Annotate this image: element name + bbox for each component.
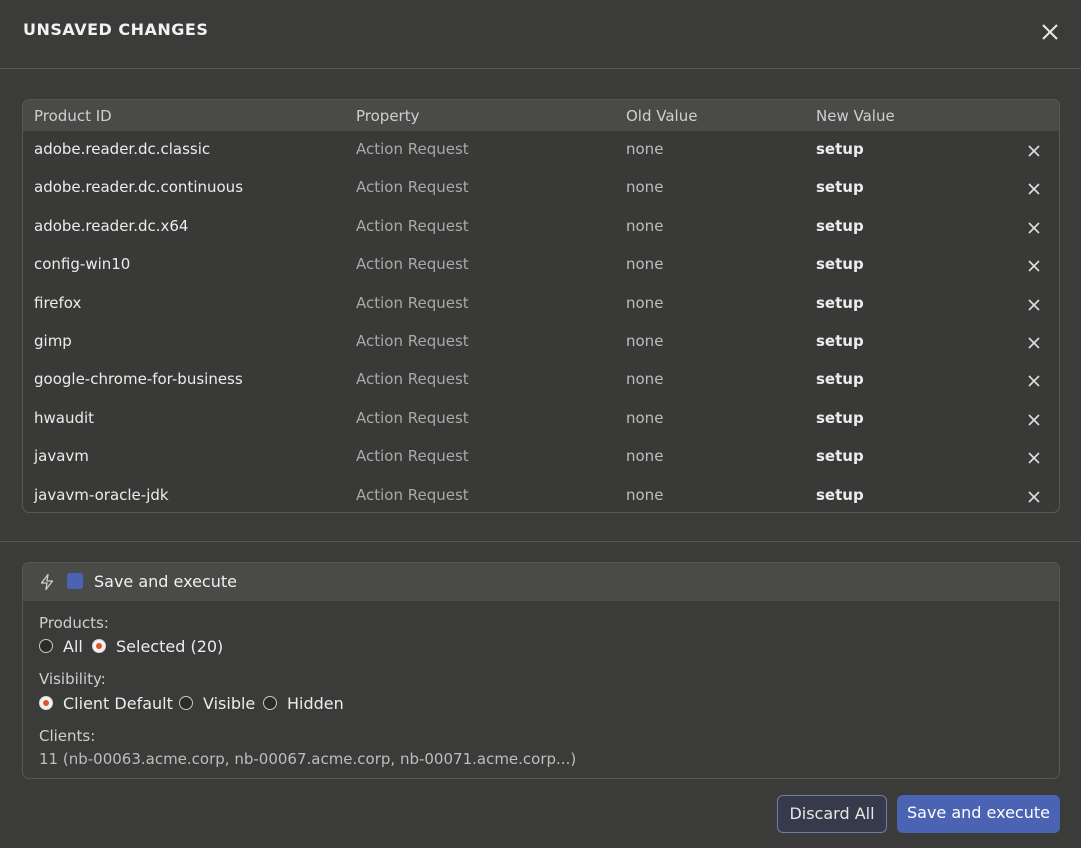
product-id-cell: hwaudit bbox=[34, 408, 95, 427]
discard-all-button[interactable]: Discard All bbox=[777, 795, 887, 833]
product-id-cell: gimp bbox=[34, 331, 72, 350]
section-divider bbox=[0, 541, 1081, 542]
save-and-execute-panel: Save and execute Products: All Selected … bbox=[22, 562, 1060, 779]
new-value-cell: setup bbox=[816, 447, 864, 466]
visibility-label: Visibility: bbox=[39, 670, 106, 688]
old-value-cell: none bbox=[626, 140, 664, 158]
table-row: adobe.reader.dc.classic Action Request n… bbox=[23, 131, 1059, 169]
clients-value: 11 (nb-00063.acme.corp, nb-00067.acme.co… bbox=[39, 750, 577, 768]
dialog-title: UNSAVED CHANGES bbox=[23, 20, 209, 39]
save-and-execute-button[interactable]: Save and execute bbox=[897, 795, 1060, 833]
header-new-value[interactable]: New Value bbox=[816, 107, 895, 125]
table-row: firefox Action Request none setup bbox=[23, 285, 1059, 323]
product-id-cell: javavm bbox=[34, 447, 89, 466]
new-value-cell: setup bbox=[816, 408, 864, 427]
product-id-cell: config-win10 bbox=[34, 255, 131, 274]
table-header: Product ID Property Old Value New Value bbox=[23, 100, 1059, 131]
products-selected-radio[interactable] bbox=[92, 639, 106, 653]
new-value-cell: setup bbox=[816, 255, 864, 274]
changes-table: Product ID Property Old Value New Value … bbox=[22, 99, 1060, 513]
new-value-cell: setup bbox=[816, 140, 864, 158]
remove-change-icon[interactable] bbox=[1025, 219, 1043, 237]
dialog-header: UNSAVED CHANGES bbox=[0, 0, 1081, 69]
old-value-cell: none bbox=[626, 485, 664, 504]
products-label: Products: bbox=[39, 614, 109, 632]
table-body: adobe.reader.dc.classic Action Request n… bbox=[23, 131, 1059, 512]
header-property[interactable]: Property bbox=[356, 107, 419, 125]
old-value-cell: none bbox=[626, 216, 664, 235]
products-selected-label: Selected (20) bbox=[116, 637, 224, 656]
remove-change-icon[interactable] bbox=[1025, 372, 1043, 390]
new-value-cell: setup bbox=[816, 178, 864, 197]
table-row: adobe.reader.dc.continuous Action Reques… bbox=[23, 169, 1059, 207]
new-value-cell: setup bbox=[816, 216, 864, 235]
remove-change-icon[interactable] bbox=[1025, 449, 1043, 467]
old-value-cell: none bbox=[626, 370, 664, 389]
property-cell: Action Request bbox=[356, 216, 469, 235]
visibility-hidden-label: Hidden bbox=[287, 694, 344, 713]
visibility-visible-radio[interactable] bbox=[179, 696, 193, 710]
visibility-client-default-radio[interactable] bbox=[39, 696, 53, 710]
products-all-radio[interactable] bbox=[39, 639, 53, 653]
product-id-cell: adobe.reader.dc.x64 bbox=[34, 216, 189, 235]
table-row: adobe.reader.dc.x64 Action Request none … bbox=[23, 208, 1059, 246]
property-cell: Action Request bbox=[356, 485, 469, 504]
property-cell: Action Request bbox=[356, 140, 469, 158]
old-value-cell: none bbox=[626, 447, 664, 466]
property-cell: Action Request bbox=[356, 178, 469, 197]
product-id-cell: adobe.reader.dc.continuous bbox=[34, 178, 244, 197]
remove-change-icon[interactable] bbox=[1025, 257, 1043, 275]
old-value-cell: none bbox=[626, 293, 664, 312]
close-icon[interactable] bbox=[1037, 19, 1063, 45]
old-value-cell: none bbox=[626, 408, 664, 427]
products-radio-group: All Selected (20) bbox=[39, 637, 639, 657]
old-value-cell: none bbox=[626, 178, 664, 197]
save-and-execute-label: Save and execute bbox=[94, 572, 237, 591]
product-id-cell: google-chrome-for-business bbox=[34, 370, 243, 389]
property-cell: Action Request bbox=[356, 447, 469, 466]
table-row: javavm Action Request none setup bbox=[23, 438, 1059, 476]
table-row: javavm-oracle-jdk Action Request none se… bbox=[23, 477, 1059, 512]
remove-change-icon[interactable] bbox=[1025, 411, 1043, 429]
old-value-cell: none bbox=[626, 255, 664, 274]
property-cell: Action Request bbox=[356, 255, 469, 274]
table-row: google-chrome-for-business Action Reques… bbox=[23, 361, 1059, 399]
table-row: hwaudit Action Request none setup bbox=[23, 400, 1059, 438]
new-value-cell: setup bbox=[816, 293, 864, 312]
products-all-label: All bbox=[63, 637, 83, 656]
visibility-visible-label: Visible bbox=[203, 694, 256, 713]
property-cell: Action Request bbox=[356, 293, 469, 312]
product-id-cell: adobe.reader.dc.classic bbox=[34, 140, 211, 158]
remove-change-icon[interactable] bbox=[1025, 334, 1043, 352]
header-old-value[interactable]: Old Value bbox=[626, 107, 697, 125]
unsaved-changes-dialog: UNSAVED CHANGES Product ID Property Old … bbox=[0, 0, 1081, 848]
new-value-cell: setup bbox=[816, 485, 864, 504]
property-cell: Action Request bbox=[356, 370, 469, 389]
property-cell: Action Request bbox=[356, 408, 469, 427]
remove-change-icon[interactable] bbox=[1025, 180, 1043, 198]
remove-change-icon[interactable] bbox=[1025, 142, 1043, 160]
visibility-hidden-radio[interactable] bbox=[263, 696, 277, 710]
table-row: config-win10 Action Request none setup bbox=[23, 246, 1059, 284]
product-id-cell: firefox bbox=[34, 293, 82, 312]
table-row: gimp Action Request none setup bbox=[23, 323, 1059, 361]
save-and-execute-checkbox[interactable] bbox=[67, 573, 83, 589]
save-and-execute-header: Save and execute bbox=[23, 563, 1059, 601]
property-cell: Action Request bbox=[356, 331, 469, 350]
old-value-cell: none bbox=[626, 331, 664, 350]
new-value-cell: setup bbox=[816, 370, 864, 389]
product-id-cell: javavm-oracle-jdk bbox=[34, 485, 169, 504]
clients-label: Clients: bbox=[39, 727, 96, 745]
remove-change-icon[interactable] bbox=[1025, 296, 1043, 314]
visibility-radio-group: Client Default Visible Hidden bbox=[39, 694, 639, 714]
header-product-id[interactable]: Product ID bbox=[34, 107, 112, 125]
visibility-client-default-label: Client Default bbox=[63, 694, 173, 713]
new-value-cell: setup bbox=[816, 331, 864, 350]
remove-change-icon[interactable] bbox=[1025, 488, 1043, 506]
lightning-icon bbox=[38, 573, 56, 591]
